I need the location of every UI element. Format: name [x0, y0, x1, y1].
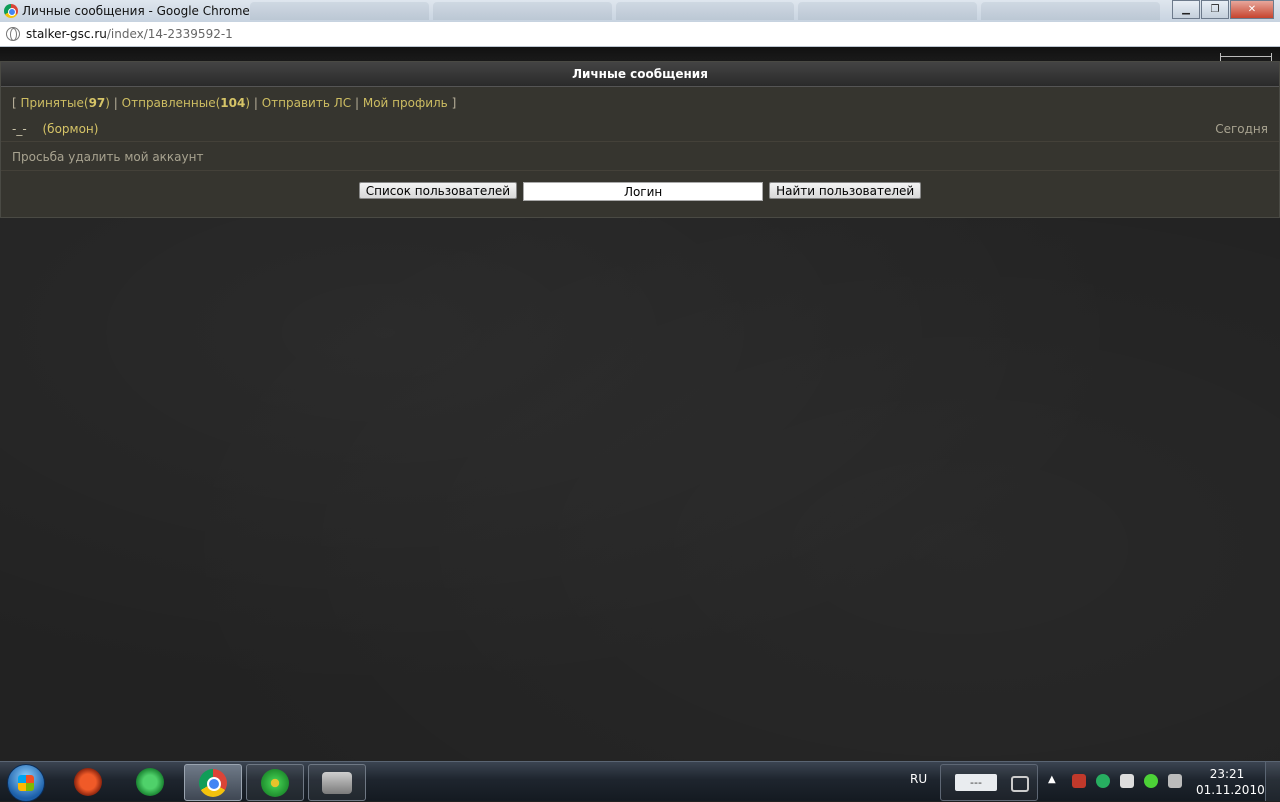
- tray-widget[interactable]: ---: [940, 764, 1038, 801]
- clock[interactable]: 23:21 01.11.2010: [1196, 766, 1265, 798]
- clock-time: 23:21: [1209, 767, 1245, 781]
- sent-link[interactable]: Отправленные(104): [122, 96, 250, 110]
- volume-icon[interactable]: [1168, 774, 1182, 788]
- address-bar[interactable]: stalker-gsc.ru/index/14-2339592-1: [0, 22, 1280, 47]
- icq-icon: [261, 768, 289, 797]
- login-input[interactable]: [523, 182, 764, 201]
- user-list-button[interactable]: Список пользователей: [358, 182, 518, 199]
- close-icon: ✕: [1247, 4, 1257, 15]
- globe-icon: [6, 27, 20, 41]
- sent-count: 104: [220, 96, 246, 110]
- window-controls: ▁ ❐ ✕: [1171, 0, 1274, 19]
- chrome-icon: [4, 4, 18, 18]
- url-path: /index/14-2339592-1: [106, 27, 233, 41]
- page-content: Личные сообщения [ Принятые(97) | Отправ…: [0, 47, 1280, 761]
- window-title: Личные сообщения - Google Chrome: [22, 4, 250, 18]
- taskbar-ccleaner[interactable]: [60, 764, 116, 799]
- taskbar-wireless[interactable]: [122, 764, 178, 799]
- my-profile-link[interactable]: Мой профиль: [363, 96, 448, 110]
- minimize-icon: ▁: [1182, 4, 1190, 15]
- sent-label: Отправленные: [121, 96, 216, 110]
- user-search-controls: Список пользователей Найти пользователей: [1, 182, 1279, 201]
- message-subject[interactable]: Просьба удалить мой аккаунт: [12, 150, 203, 164]
- taskbar: RU --- ▲ 23:21 01.11.2010: [0, 761, 1280, 802]
- show-hidden-icons-icon[interactable]: ▲: [1048, 774, 1056, 785]
- pm-nav: [ Принятые(97) | Отправленные(104) | Отп…: [12, 96, 456, 110]
- start-button[interactable]: [7, 764, 45, 802]
- network-status-icon[interactable]: [1096, 774, 1110, 788]
- maximize-button[interactable]: ❐: [1201, 0, 1229, 19]
- icq-tray-icon[interactable]: [1144, 774, 1158, 788]
- camera-icon: [322, 771, 352, 794]
- taskbar-camera[interactable]: [308, 764, 366, 801]
- chrome-icon: [199, 768, 227, 797]
- tray-mini-window: ---: [955, 774, 997, 791]
- clock-date: 01.11.2010: [1196, 783, 1265, 797]
- nav-bracket: ]: [451, 96, 457, 110]
- inbox-label: Принятые: [20, 96, 84, 110]
- nav-separator: |: [253, 96, 258, 110]
- taskbar-chrome[interactable]: [184, 764, 242, 801]
- close-button[interactable]: ✕: [1230, 0, 1274, 19]
- pm-panel: Личные сообщения [ Принятые(97) | Отправ…: [0, 61, 1280, 218]
- nav-bracket: [: [12, 96, 17, 110]
- pm-header: Личные сообщения: [1, 62, 1279, 87]
- window-title-bar: Личные сообщения - Google Chrome ▁ ❐ ✕: [0, 0, 1280, 22]
- message-date: Сегодня: [1215, 122, 1268, 136]
- divider: [1, 141, 1279, 142]
- browser-tab[interactable]: [250, 2, 429, 20]
- url-host: stalker-gsc.ru: [26, 27, 107, 41]
- windows-logo-icon: [18, 775, 34, 791]
- browser-tab[interactable]: [432, 2, 612, 20]
- language-indicator[interactable]: RU: [910, 772, 927, 786]
- restore-icon: ❐: [1210, 4, 1220, 15]
- inbox-link[interactable]: Принятые(97): [21, 96, 110, 110]
- find-users-button[interactable]: Найти пользователей: [769, 182, 922, 199]
- show-desktop-button[interactable]: [1265, 762, 1280, 801]
- background-tabs: [250, 2, 1160, 20]
- nav-separator: |: [354, 96, 360, 110]
- device-icon[interactable]: [1120, 774, 1134, 788]
- message-row[interactable]: -_- (бормон) Сегодня: [12, 122, 1268, 136]
- minimize-button[interactable]: ▁: [1172, 0, 1200, 19]
- message-sender: -_-: [12, 122, 27, 136]
- url-text[interactable]: stalker-gsc.ru/index/14-2339592-1: [26, 27, 233, 41]
- taskbar-icq[interactable]: [246, 764, 304, 801]
- send-pm-link[interactable]: Отправить ЛС: [262, 96, 351, 110]
- nav-separator: |: [113, 96, 118, 110]
- divider: [1, 170, 1279, 171]
- message-sender-nick[interactable]: (бормон): [43, 122, 99, 136]
- top-strip: [0, 47, 1280, 62]
- browser-tab[interactable]: [798, 2, 978, 20]
- inbox-count: 97: [88, 96, 106, 110]
- browser-tab[interactable]: [615, 2, 795, 20]
- wireless-icon: [136, 767, 164, 796]
- power-plug-icon: [1011, 776, 1029, 792]
- flag-error-icon[interactable]: [1072, 774, 1086, 788]
- browser-tab[interactable]: [981, 2, 1160, 20]
- ccleaner-icon: [74, 767, 102, 796]
